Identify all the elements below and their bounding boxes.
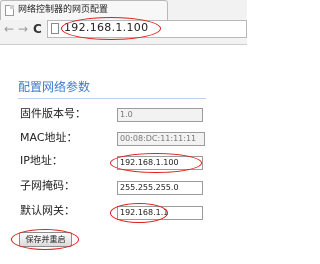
- subnet-label: 子网掩码：: [20, 179, 75, 192]
- firmware-version-field: 1.0: [117, 108, 203, 122]
- tab-title: 网络控制器的网页配置: [18, 5, 109, 15]
- ip-label: IP地址：: [20, 154, 63, 167]
- firmware-label: 固件版本号：: [20, 107, 86, 120]
- toolbar-divider: [0, 44, 247, 45]
- title-divider: [18, 98, 206, 99]
- browser-tab[interactable]: 网络控制器的网页配置: [0, 0, 168, 20]
- back-arrow-icon[interactable]: ←: [4, 22, 14, 36]
- mac-label: MAC地址：: [20, 131, 78, 144]
- page-title: 配置网络参数: [18, 80, 91, 94]
- subnet-mask-field[interactable]: 255.255.255.0: [117, 181, 203, 195]
- mac-address-field: 00:08:DC:11:11:11: [117, 132, 205, 146]
- page-icon: [5, 5, 14, 16]
- gateway-field[interactable]: 192.168.1.1: [117, 206, 203, 220]
- ip-address-field[interactable]: 192.168.1.100: [117, 156, 203, 170]
- reload-icon[interactable]: C: [33, 22, 42, 36]
- forward-arrow-icon[interactable]: →: [18, 22, 28, 36]
- gateway-label: 默认网关：: [20, 204, 75, 217]
- address-text[interactable]: 192.168.1.100: [64, 21, 148, 35]
- save-and-restart-button[interactable]: 保存并重启: [19, 232, 72, 247]
- page-icon: [51, 23, 59, 34]
